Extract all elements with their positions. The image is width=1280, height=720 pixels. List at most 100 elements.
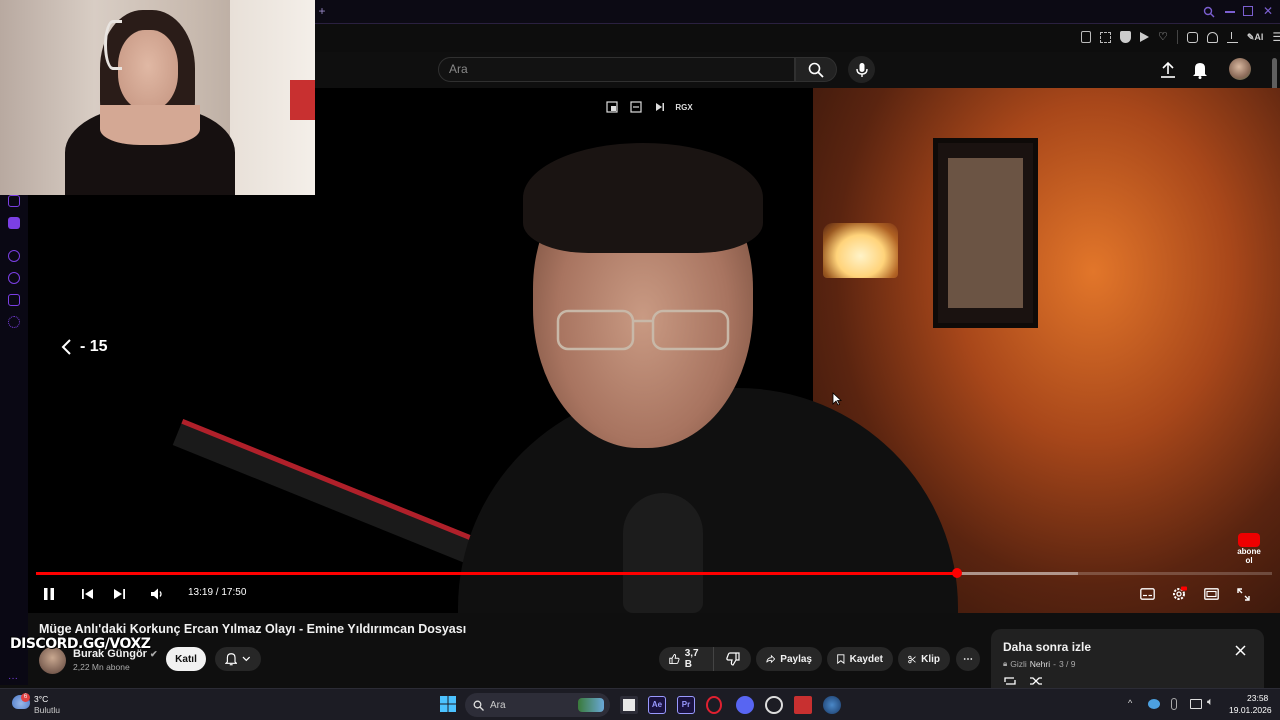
more-sidebar-icon[interactable]: ··· xyxy=(8,673,18,684)
notification-settings-button[interactable] xyxy=(215,647,261,671)
save-button[interactable]: Kaydet xyxy=(827,647,893,671)
pin-icon[interactable] xyxy=(1081,31,1091,43)
join-button[interactable]: Katıl xyxy=(166,647,206,671)
previous-button[interactable] xyxy=(78,585,96,603)
download-icon[interactable] xyxy=(1226,31,1238,43)
add-panel-icon[interactable] xyxy=(8,250,20,262)
youtube-header: Ara xyxy=(315,52,1280,88)
weather-temperature[interactable]: 3°C xyxy=(34,694,48,704)
app-icon[interactable] xyxy=(765,696,783,714)
player-overlay-icons: RGX xyxy=(605,100,693,114)
screenshot-icon[interactable] xyxy=(1100,31,1111,43)
minimize-icon[interactable] xyxy=(1225,11,1235,13)
steam-icon[interactable] xyxy=(823,696,841,714)
next-button[interactable] xyxy=(110,585,128,603)
more-actions-button[interactable]: ⋯ xyxy=(956,647,980,671)
start-button[interactable] xyxy=(440,696,458,714)
search-button[interactable] xyxy=(795,57,837,82)
ai-icon[interactable]: ✎AI xyxy=(1247,32,1264,43)
skip-icon[interactable] xyxy=(653,100,667,114)
subscribe-watermark[interactable]: abone ol xyxy=(1234,533,1264,565)
close-window-icon[interactable]: ✕ xyxy=(1263,4,1273,18)
subscriber-count: 2,22 Mn abone xyxy=(73,662,130,672)
search-icon xyxy=(473,700,484,711)
watch-later-title[interactable]: Daha sonra izle xyxy=(1003,640,1091,654)
notifications-button[interactable] xyxy=(1192,61,1208,79)
opera-gx-icon[interactable] xyxy=(706,696,722,714)
task-view-icon[interactable] xyxy=(620,696,638,714)
loop-button[interactable] xyxy=(1003,676,1017,686)
clock-time[interactable]: 23:58 xyxy=(1247,693,1268,703)
subtitles-button[interactable] xyxy=(1138,585,1156,603)
instagram-icon[interactable] xyxy=(8,195,20,207)
clip-button[interactable]: Klip xyxy=(898,647,950,671)
video-progress-bar[interactable] xyxy=(36,568,1272,578)
popout-icon[interactable] xyxy=(629,100,643,114)
cloud-icon[interactable] xyxy=(1148,699,1160,709)
heart-icon[interactable]: ♡ xyxy=(1158,31,1168,43)
extensions-icon[interactable] xyxy=(1186,31,1198,43)
premiere-icon[interactable]: Pr xyxy=(677,696,695,714)
voice-search-button[interactable] xyxy=(848,56,875,83)
shuffle-button[interactable] xyxy=(1029,676,1043,686)
close-playlist-button[interactable] xyxy=(1235,645,1246,656)
dislike-button[interactable] xyxy=(713,647,751,671)
upload-button[interactable] xyxy=(1160,61,1176,79)
close-icon xyxy=(1235,645,1246,656)
mouse-cursor-icon xyxy=(832,392,842,406)
next-icon xyxy=(113,589,125,599)
clock-date[interactable]: 19.01.2026 xyxy=(1229,705,1272,715)
after-effects-icon[interactable]: Ae xyxy=(648,696,666,714)
bookmark-icon xyxy=(837,654,845,665)
menu-icon[interactable]: ☰ xyxy=(1272,31,1280,43)
browser-tab-bar: + ✕ xyxy=(315,0,1280,24)
taskbar-search[interactable]: Ara xyxy=(465,693,610,717)
theater-mode-button[interactable] xyxy=(1202,585,1220,603)
search-tabs-icon[interactable] xyxy=(1203,6,1215,18)
settings-button[interactable] xyxy=(1170,585,1188,603)
settings-icon[interactable] xyxy=(8,316,20,328)
theater-icon xyxy=(1203,588,1219,600)
account-avatar[interactable] xyxy=(1229,58,1251,80)
scrubber-handle[interactable] xyxy=(951,568,962,578)
rgx-label[interactable]: RGX xyxy=(675,100,692,114)
profile-icon[interactable] xyxy=(1206,31,1218,43)
speaker-icon[interactable]: 🔈︎ xyxy=(1207,696,1214,709)
share-icon xyxy=(766,654,776,664)
mic-tray-icon[interactable] xyxy=(1171,698,1177,710)
previous-icon xyxy=(81,589,93,599)
network-icon[interactable] xyxy=(1190,699,1202,709)
playlist-position: 3 / 9 xyxy=(1058,659,1076,669)
fullscreen-button[interactable] xyxy=(1234,585,1252,603)
discord-icon[interactable] xyxy=(8,217,20,229)
weather-description[interactable]: Bulutlu xyxy=(34,705,60,715)
volume-button[interactable] xyxy=(148,585,166,603)
like-button[interactable]: 3,7 B xyxy=(659,647,713,671)
extensions-sidebar-icon[interactable] xyxy=(8,294,20,306)
miniplayer-icon[interactable] xyxy=(605,100,619,114)
search-highlight-icon xyxy=(578,698,604,712)
share-button[interactable]: Paylaş xyxy=(756,647,822,671)
search-input[interactable]: Ara xyxy=(438,57,795,82)
shield-icon[interactable] xyxy=(1120,31,1131,43)
tray-chevron-icon[interactable]: ^ xyxy=(1128,698,1132,708)
pause-icon xyxy=(44,588,54,600)
video-lamp xyxy=(823,223,898,278)
media-app-icon[interactable] xyxy=(794,696,812,714)
join-label: Katıl xyxy=(175,653,197,665)
time-display: 13:19 / 17:50 xyxy=(188,587,247,598)
discord-taskbar-icon[interactable] xyxy=(736,696,754,714)
chevron-down-icon xyxy=(242,656,251,662)
video-wall-frame xyxy=(933,138,1038,328)
browser-toolbar: ♡ ✎AI ☰ xyxy=(315,24,1280,52)
thumbs-down-icon xyxy=(725,652,740,666)
history-icon[interactable] xyxy=(8,272,20,284)
seek-back-text: - 15 xyxy=(80,338,108,355)
pause-button[interactable] xyxy=(40,585,58,603)
privacy-label: Gizli xyxy=(1010,659,1027,669)
player-icon[interactable] xyxy=(1140,32,1149,42)
search-icon xyxy=(808,62,824,78)
restore-icon[interactable] xyxy=(1243,6,1253,16)
microphone-icon xyxy=(855,62,868,77)
new-tab-button[interactable]: + xyxy=(315,4,329,18)
